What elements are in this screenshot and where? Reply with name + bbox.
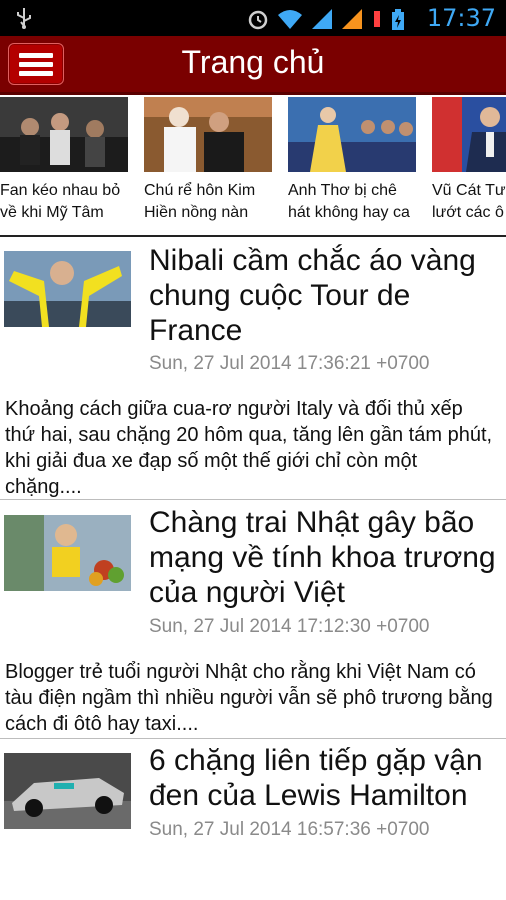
- caption-line: Hiền nồng nàn: [144, 204, 249, 221]
- alarm-icon: [246, 7, 270, 31]
- article-item[interactable]: Chàng trai Nhật gây bão mạng về tính kho…: [0, 500, 506, 737]
- caption-line: lướt các ô: [432, 204, 504, 221]
- article-summary: Khoảng cách giữa cua-rơ người Italy và đ…: [5, 398, 493, 498]
- featured-caption: Anh Thơ bị chê hát không hay ca: [288, 180, 416, 224]
- caption-line: hát không hay ca: [288, 204, 410, 221]
- article-date: Sun, 27 Jul 2014 17:12:30 +0700: [149, 616, 430, 637]
- caption-line: Vũ Cát Tư: [432, 182, 506, 199]
- article-item[interactable]: 6 chặng liên tiếp gặp vận đen của Lewis …: [0, 739, 506, 900]
- featured-thumbnail: [432, 97, 506, 172]
- caption-line: Anh Thơ bị chê: [288, 182, 397, 199]
- caption-line: về khi Mỹ Tâm: [0, 204, 104, 221]
- status-icons: [246, 5, 406, 31]
- featured-thumbnail: [288, 97, 416, 172]
- battery-icon: [390, 7, 406, 31]
- charging-icon: [370, 7, 384, 31]
- featured-carousel[interactable]: Fan kéo nhau bỏ về khi Mỹ Tâm Chú rể hôn…: [0, 95, 506, 237]
- status-bar: 17:37: [0, 0, 506, 36]
- article-title: 6 chặng liên tiếp gặp vận đen của Lewis …: [149, 744, 483, 812]
- signal-icon: [310, 7, 334, 31]
- article-item[interactable]: Nibali cầm chắc áo vàng chung cuộc Tour …: [0, 237, 506, 499]
- featured-caption: Chú rể hôn Kim Hiền nồng nàn: [144, 180, 272, 224]
- clock: 17:37: [426, 4, 496, 32]
- usb-icon: [14, 6, 34, 30]
- featured-thumbnail: [144, 97, 272, 172]
- signal-icon: [340, 7, 364, 31]
- wifi-icon: [276, 7, 304, 31]
- featured-item[interactable]: Fan kéo nhau bỏ về khi Mỹ Tâm: [0, 97, 128, 224]
- article-thumbnail: [4, 251, 131, 327]
- featured-caption: Fan kéo nhau bỏ về khi Mỹ Tâm: [0, 180, 128, 224]
- page-title: Trang chủ: [181, 44, 325, 80]
- featured-item[interactable]: Anh Thơ bị chê hát không hay ca: [288, 97, 416, 224]
- featured-item[interactable]: Vũ Cát Tư lướt các ô: [432, 97, 506, 224]
- featured-item[interactable]: Chú rể hôn Kim Hiền nồng nàn: [144, 97, 272, 224]
- article-thumbnail: [4, 753, 131, 829]
- app-bar: Trang chủ: [0, 36, 506, 95]
- article-title: Nibali cầm chắc áo vàng chung cuộc Tour …: [149, 244, 476, 347]
- article-title: Chàng trai Nhật gây bão mạng về tính kho…: [149, 506, 496, 609]
- caption-line: Chú rể hôn Kim: [144, 182, 256, 199]
- featured-thumbnail: [0, 97, 128, 172]
- article-thumbnail: [4, 515, 131, 591]
- caption-line: Fan kéo nhau bỏ: [0, 182, 121, 199]
- featured-caption: Vũ Cát Tư lướt các ô: [432, 180, 506, 224]
- article-summary: Blogger trẻ tuổi người Nhật cho rằng khi…: [5, 661, 493, 735]
- article-date: Sun, 27 Jul 2014 17:36:21 +0700: [149, 353, 430, 374]
- article-date: Sun, 27 Jul 2014 16:57:36 +0700: [149, 819, 430, 840]
